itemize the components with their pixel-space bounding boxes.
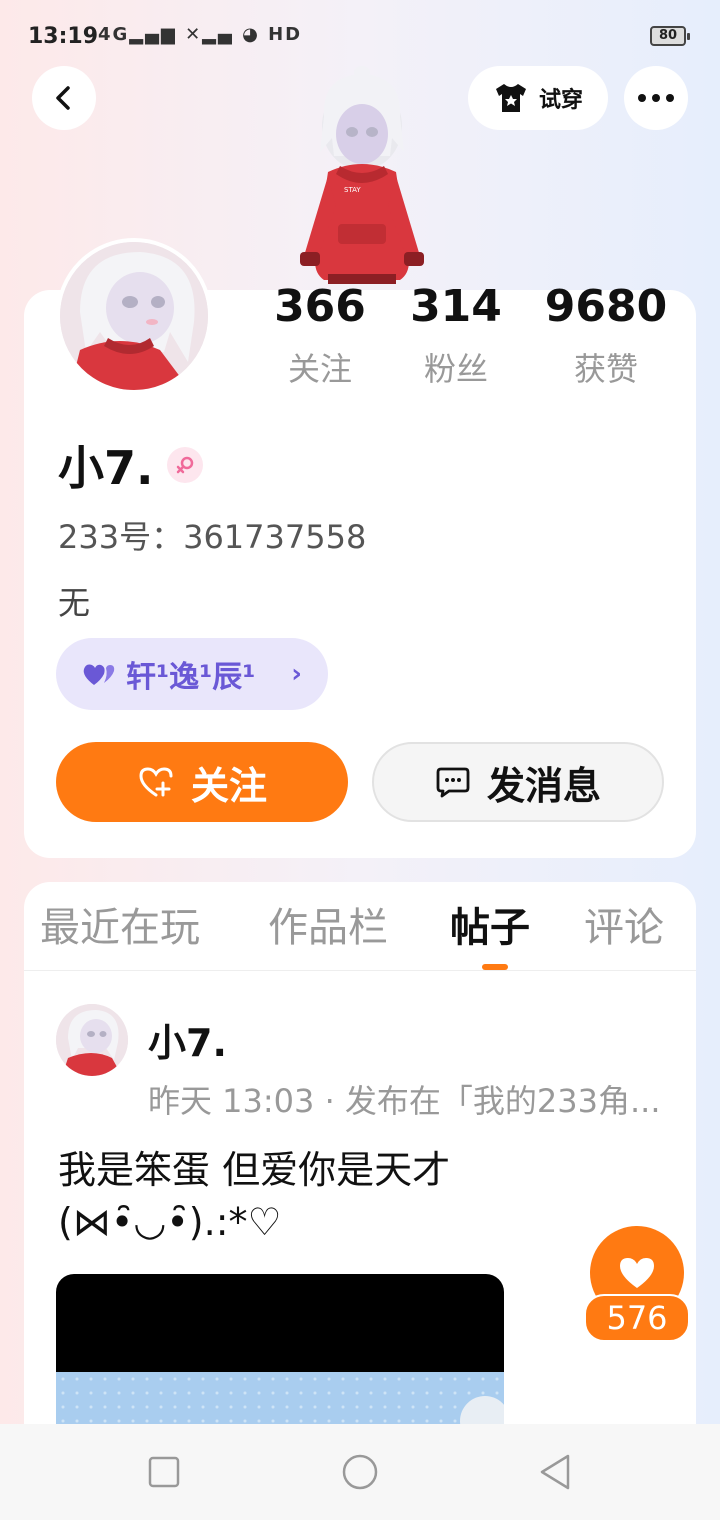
stat-followers-value: 314 [410,281,502,332]
stat-likes-value: 9680 [544,281,668,332]
post-author-name[interactable]: 小7. [148,1012,227,1067]
message-button[interactable]: 发消息 [372,742,664,822]
system-nav-bar [0,1424,720,1520]
recent-apps-icon[interactable] [144,1452,184,1492]
stat-following-label: 关注 [287,350,352,388]
stat-likes-label: 获赞 [573,350,638,388]
tab-works[interactable]: 作品栏 [268,900,388,956]
profile-avatar[interactable] [56,238,212,394]
try-on-label: 试穿 [538,88,583,113]
fan-group-chip[interactable]: 轩¹逸¹辰¹ › [56,638,328,710]
more-button[interactable] [624,66,688,130]
heart-icon [620,1258,654,1288]
post-meta[interactable]: 昨天 13:03 · 发布在「我的233角... [148,1076,698,1122]
more-dots-icon [638,94,674,102]
back-nav-icon[interactable] [536,1452,576,1492]
chevron-right-icon: › [291,659,302,689]
stat-likes[interactable]: 9680 获赞 [536,278,676,390]
signal-icons: 4G▂▄▆ ✕▂▄ ◕ HD [98,24,303,45]
chat-bubble-icon [436,767,470,798]
like-count: 576 [584,1294,690,1342]
double-heart-icon [83,664,115,685]
follow-button[interactable]: 关注 [56,742,348,822]
username: 小7. [58,441,154,495]
bio: 无 [58,584,91,622]
chevron-left-icon [56,86,70,110]
tab-divider [24,970,696,971]
stat-followers-label: 粉丝 [423,350,488,388]
avatar-image [56,1004,128,1076]
svg-text:STAY: STAY [344,186,361,194]
follow-label: 关注 [190,763,267,808]
stat-following[interactable]: 366 关注 [250,278,390,390]
heart-plus-icon [139,767,173,797]
avatar-image [60,242,208,390]
back-button[interactable] [32,66,96,130]
post-image-content [56,1372,504,1424]
battery-icon: 80 [650,26,690,46]
status-time: 13:19 [28,24,99,49]
post-image[interactable] [56,1274,504,1424]
post-author-avatar[interactable] [56,1004,128,1076]
tshirt-icon [495,84,526,112]
tab-comments[interactable]: 评论 [584,900,664,956]
tab-recently-played[interactable]: 最近在玩 [40,900,200,956]
user-id: 233号：361737558 [58,518,367,556]
tab-posts[interactable]: 帖子 [450,900,530,956]
message-label: 发消息 [486,763,601,808]
female-icon [167,447,204,483]
username-row: 小7. [58,432,204,498]
home-icon[interactable] [340,1452,380,1492]
avatar-3d-figure[interactable]: STAY [292,56,432,288]
try-on-button[interactable]: 试穿 [468,66,608,130]
post-text[interactable]: 我是笨蛋 但爱你是天才(⋈•̑◡•̑).:*♡ [58,1144,558,1248]
stat-following-value: 366 [274,281,366,332]
stat-followers[interactable]: 314 粉丝 [386,278,526,390]
fan-group-label: 轩¹逸¹辰¹ [126,660,256,695]
